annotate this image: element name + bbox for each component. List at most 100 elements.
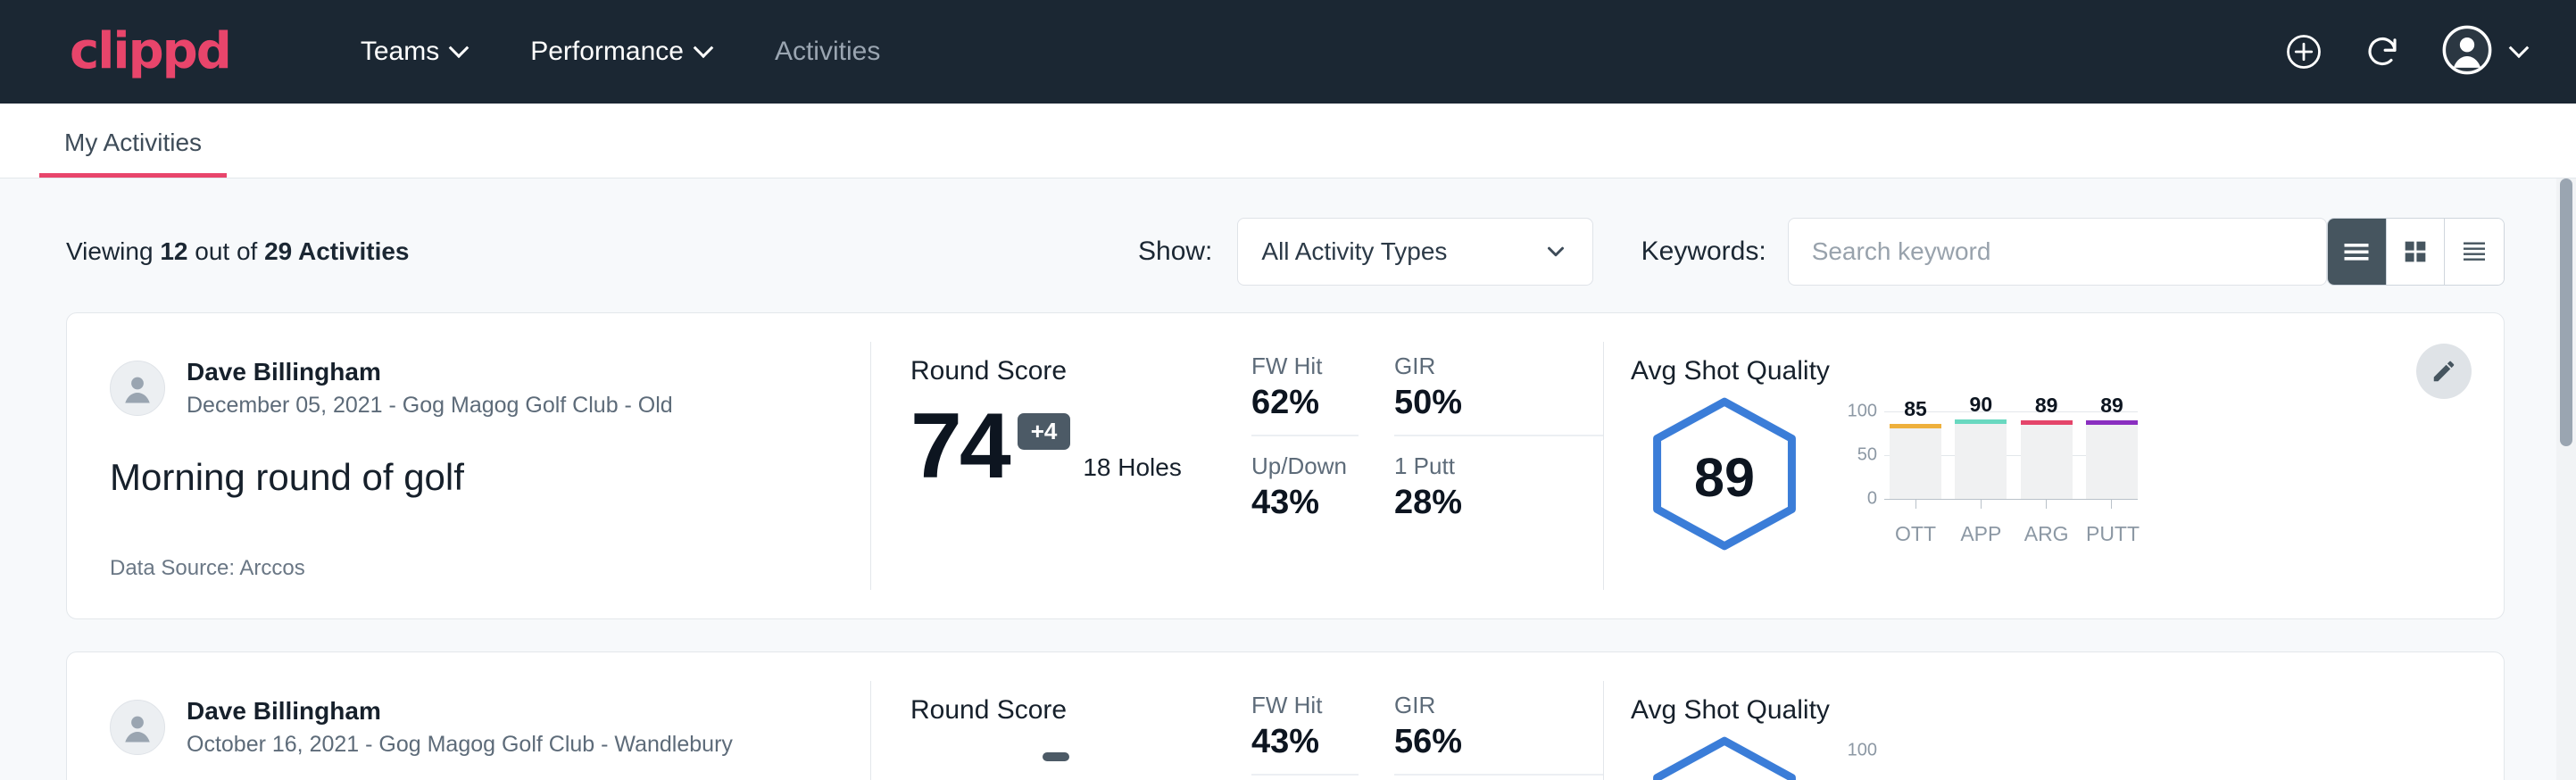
- round-stats-grid: FW Hit 62% GIR 50% Up/Down 43% 1 Putt 28…: [1246, 313, 1603, 618]
- chart-x-labels: OTT APP ARG PUTT: [1890, 522, 2138, 546]
- stat-one-putt-label: 1 Putt: [1394, 452, 1603, 480]
- stat-gir: GIR 56%: [1394, 692, 1603, 776]
- bar-column-ott: 94: [1890, 751, 1941, 780]
- bar-column-putt: 87: [2086, 751, 2138, 780]
- stat-gir-value: 56%: [1394, 723, 1603, 761]
- edit-activity-button[interactable]: [2416, 344, 2472, 399]
- grid-view-icon: [2400, 236, 2431, 267]
- avg-shot-quality-label: Avg Shot Quality: [1631, 356, 2504, 386]
- quality-hexagon: 89: [1631, 392, 1818, 552]
- activity-data-source: Data Source: Arccos: [110, 556, 305, 581]
- round-score-section: Round Score 74 +4 18 Holes: [871, 313, 1246, 618]
- bar-value-putt: 89: [2086, 394, 2138, 418]
- page-scrollbar-thumb[interactable]: [2560, 178, 2572, 446]
- chevron-down-icon: [449, 37, 469, 58]
- round-score-badge: [1043, 752, 1069, 761]
- pencil-icon: [2431, 358, 2457, 385]
- activity-type-select[interactable]: All Activity Types: [1237, 218, 1592, 286]
- y-tick-0: 0: [1867, 489, 1877, 510]
- viewing-total: 29: [264, 237, 292, 265]
- nav-item-performance[interactable]: Performance: [498, 37, 743, 67]
- nav-item-performance-label: Performance: [530, 37, 684, 67]
- activity-user-text: Dave Billingham December 05, 2021 - Gog …: [187, 356, 673, 420]
- round-score-label: Round Score: [910, 695, 1246, 726]
- stat-fw-hit-value: 43%: [1251, 723, 1359, 761]
- stat-up-down: Up/Down 43%: [1251, 452, 1359, 529]
- stat-one-putt-value: 28%: [1394, 484, 1603, 522]
- stat-gir-label: GIR: [1394, 353, 1603, 380]
- nav-item-activities[interactable]: Activities: [743, 37, 912, 67]
- refresh-icon[interactable]: [2364, 33, 2401, 71]
- chevron-down-icon: [1542, 238, 1569, 265]
- activity-card[interactable]: Dave Billingham December 05, 2021 - Gog …: [66, 312, 2505, 619]
- activity-user: Dave Billingham October 16, 2021 - Gog M…: [110, 695, 870, 759]
- filter-toolbar: Viewing 12 out of 29 Activities Show: Al…: [0, 178, 2555, 312]
- stat-fw-hit-value: 62%: [1251, 384, 1359, 422]
- navbar-actions: [2285, 25, 2526, 79]
- stat-one-putt: 1 Putt 28%: [1394, 452, 1603, 529]
- x-label-arg: ARG: [2021, 522, 2073, 546]
- chart-bars: 85 90: [1890, 399, 2138, 499]
- activity-card[interactable]: Dave Billingham October 16, 2021 - Gog M…: [66, 651, 2505, 780]
- activity-user-name: Dave Billingham: [187, 356, 673, 387]
- x-tick: [2086, 500, 2138, 509]
- activity-summary: Dave Billingham December 05, 2021 - Gog …: [67, 313, 870, 618]
- chevron-down-icon: [2509, 37, 2530, 58]
- account-avatar-icon: [2442, 25, 2492, 79]
- activity-meta: December 05, 2021 - Gog Magog Golf Club …: [187, 391, 673, 420]
- round-score-badge: +4: [1018, 413, 1071, 450]
- top-navbar: clippd Teams Performance Activities: [0, 0, 2576, 104]
- bar-cap-arg: [2021, 420, 2073, 425]
- viewing-summary: Viewing 12 out of 29 Activities: [66, 237, 410, 266]
- avg-shot-quality-body: 100 94 82: [1631, 731, 2504, 780]
- add-circle-icon[interactable]: [2285, 33, 2323, 71]
- avatar: [110, 700, 165, 755]
- shot-quality-chart: 100 50 0 85: [1843, 392, 2138, 546]
- y-tick-100: 100: [1848, 741, 1877, 761]
- stat-up-down-label: Up/Down: [1251, 452, 1359, 480]
- view-mode-grid-button[interactable]: [2387, 219, 2446, 285]
- stat-fw-hit-label: FW Hit: [1251, 353, 1359, 380]
- page-scrollbar[interactable]: [2556, 178, 2576, 780]
- bar-value-arg: 89: [2021, 394, 2073, 418]
- show-label: Show:: [1138, 236, 1212, 267]
- bar-column-ott: 85: [1890, 399, 1941, 499]
- stat-gir: GIR 50%: [1394, 353, 1603, 436]
- nav-item-teams[interactable]: Teams: [328, 37, 498, 67]
- activity-list: Dave Billingham December 05, 2021 - Gog …: [0, 312, 2555, 780]
- bar-column-app: 82: [1955, 751, 2007, 780]
- round-stats-grid: FW Hit 43% GIR 56%: [1246, 652, 1603, 780]
- chart-y-axis: 100: [1843, 738, 1884, 780]
- view-mode-toggle-group: [2327, 218, 2505, 286]
- chart-x-ticks: [1890, 500, 2138, 509]
- view-mode-list-button[interactable]: [2328, 219, 2387, 285]
- round-score-row: 74 +4 18 Holes: [910, 402, 1246, 491]
- primary-nav: Teams Performance Activities: [328, 37, 912, 67]
- nav-item-teams-label: Teams: [361, 37, 439, 67]
- chevron-down-icon: [694, 37, 714, 58]
- avg-shot-quality-label: Avg Shot Quality: [1631, 695, 2504, 726]
- avatar: [110, 361, 165, 416]
- tab-my-activities[interactable]: My Activities: [39, 130, 227, 178]
- viewing-prefix: Viewing: [66, 237, 160, 265]
- x-label-ott: OTT: [1890, 522, 1941, 546]
- clippd-logo[interactable]: clippd: [70, 27, 230, 77]
- x-tick: [1955, 500, 2007, 509]
- search-input[interactable]: [1812, 237, 2303, 266]
- account-menu[interactable]: [2442, 25, 2526, 79]
- stat-fw-hit: FW Hit 43%: [1251, 692, 1359, 776]
- stat-fw-hit: FW Hit 62%: [1251, 353, 1359, 436]
- bar-column-arg: 106: [2021, 751, 2073, 780]
- stat-gir-value: 50%: [1394, 384, 1603, 422]
- round-score-section: Round Score: [871, 652, 1246, 780]
- activity-meta: October 16, 2021 - Gog Magog Golf Club -…: [187, 730, 733, 759]
- round-score-label: Round Score: [910, 356, 1246, 386]
- search-box[interactable]: [1788, 218, 2327, 286]
- bar-cap-putt: [2086, 420, 2138, 425]
- y-tick-50: 50: [1857, 445, 1877, 466]
- activity-user: Dave Billingham December 05, 2021 - Gog …: [110, 356, 870, 420]
- round-score-row: [910, 742, 1246, 761]
- view-mode-compact-button[interactable]: [2445, 219, 2504, 285]
- keywords-label: Keywords:: [1641, 236, 1766, 267]
- bar-cap-ott: [1890, 424, 1941, 428]
